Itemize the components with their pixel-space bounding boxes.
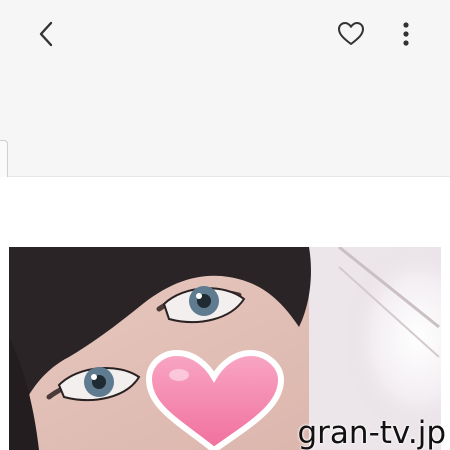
favorite-button[interactable]	[331, 14, 371, 54]
back-button[interactable]	[27, 14, 67, 54]
chevron-left-icon	[39, 21, 53, 47]
more-vertical-icon	[403, 22, 409, 46]
app-screen: gran-tv.jp	[0, 0, 450, 450]
heart-outline-icon	[338, 22, 364, 45]
more-options-button[interactable]	[386, 14, 426, 54]
watermark-text: gran-tv.jp	[297, 415, 447, 450]
top-app-bar	[0, 0, 450, 177]
